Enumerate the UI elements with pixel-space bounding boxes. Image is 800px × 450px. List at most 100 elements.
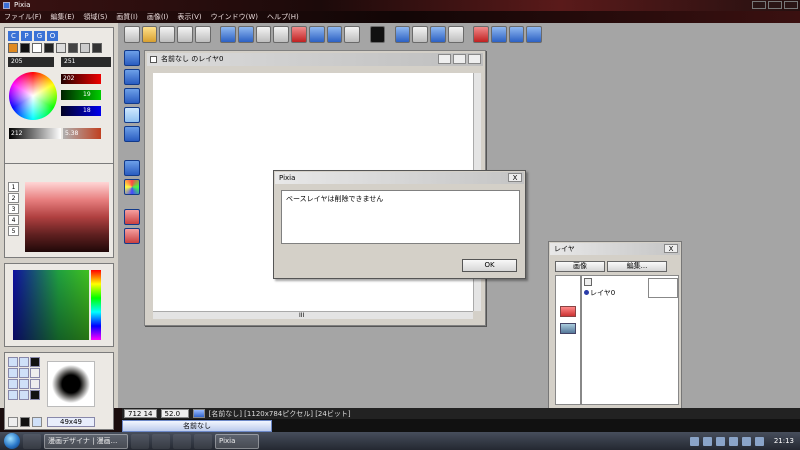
palette-tab[interactable]: 3 [8,204,19,214]
tray-icon[interactable] [689,436,699,446]
document-tab[interactable]: 名前なし [122,420,272,432]
record-icon[interactable] [473,25,489,43]
fill-mode-icon[interactable] [20,43,30,53]
texture-mode-icon[interactable] [80,43,90,53]
paste-icon[interactable] [273,25,290,43]
text-icon[interactable] [344,25,361,43]
red-slider[interactable]: 202 [61,74,101,84]
rotate-mode-icon[interactable] [92,43,102,53]
taskbar-task-browser[interactable]: 漫画デザイナ | 漫画... [44,433,128,449]
scan-icon[interactable] [159,25,176,43]
pen-icon[interactable] [291,25,307,43]
app-icon-3[interactable] [194,433,212,449]
mode-c-button[interactable]: C [8,31,19,41]
network-icon[interactable] [728,436,738,446]
copy-icon[interactable] [255,25,272,43]
effect-icon[interactable] [412,25,429,43]
ok-button[interactable]: OK [462,259,517,272]
gradient-picker[interactable] [13,270,89,340]
layer-close-button[interactable]: X [664,244,678,253]
brush-shape[interactable] [30,390,40,400]
mosaic-tool-icon[interactable] [124,179,140,195]
dialog-close-button[interactable]: X [508,173,522,182]
menu-quality[interactable]: 画質(I) [116,12,138,22]
start-button[interactable] [4,433,20,449]
zoom-icon[interactable] [490,25,507,43]
menu-edit[interactable]: 編集(E) [51,12,75,22]
palette-grid[interactable] [25,182,109,252]
adjust-icon[interactable] [447,25,464,43]
taskbar-task-pixia[interactable]: Pixia [215,433,259,449]
smudge-mode-icon[interactable] [56,43,66,53]
undo-icon[interactable] [220,25,236,43]
brush-opt[interactable] [20,417,30,427]
menu-file[interactable]: ファイル(F) [4,12,42,22]
print-icon[interactable] [194,25,211,43]
maximize-button[interactable] [768,1,782,9]
spray-icon[interactable] [326,25,343,43]
erase-mode-icon[interactable] [32,43,42,53]
doc-close-button[interactable] [468,54,481,64]
brush-shape[interactable] [19,390,29,400]
brush-size-field[interactable]: 49x49 [47,417,95,427]
color-wheel[interactable] [9,72,57,120]
hue-slider[interactable]: 5.38 [63,128,101,139]
zoom-field[interactable]: 52.0 [160,409,189,418]
zoom-arrow-icon[interactable] [192,409,205,418]
open-icon[interactable] [141,25,158,43]
palette-tab[interactable]: 2 [8,193,19,203]
doc-maximize-button[interactable] [453,54,466,64]
field2[interactable]: 251 [61,57,111,67]
green-slider[interactable]: 19 [61,90,101,100]
folder-icon[interactable] [152,433,170,449]
palette-tab[interactable]: 1 [8,182,19,192]
field1[interactable]: 205 [8,57,54,67]
menu-region[interactable]: 領域(S) [83,12,107,22]
gray-slider[interactable]: 212 [9,128,61,139]
app-icon-2[interactable] [173,433,191,449]
layer-move-icon[interactable] [560,323,576,334]
pencil-tool-icon[interactable] [124,50,140,66]
menu-view[interactable]: 表示(V) [177,12,201,22]
tone-icon[interactable] [430,25,446,43]
scroll-thumb[interactable]: III [299,312,304,319]
layer-edit-button[interactable]: 編集... [607,261,667,272]
brush-shape[interactable] [19,368,29,378]
brush-shape[interactable] [19,379,29,389]
eraser-tool-icon[interactable] [124,209,140,225]
stamp-mode-icon[interactable] [68,43,78,53]
brush-shape[interactable] [30,357,40,367]
brush-opt[interactable] [8,417,18,427]
brush-opt[interactable] [32,417,42,427]
brush-tool-icon[interactable] [124,69,140,85]
layer-delete-icon[interactable] [560,306,576,317]
fill-tool-icon[interactable] [124,126,140,142]
blur-mode-icon[interactable] [44,43,54,53]
mode-p-button[interactable]: P [21,31,32,41]
new-icon[interactable] [124,25,140,43]
brush-shape[interactable] [30,368,40,378]
layer-row[interactable]: レイヤ0 [582,276,678,302]
help-icon[interactable] [526,25,543,43]
color-swatch-icon[interactable] [369,25,386,43]
globe-icon[interactable] [508,25,525,43]
layer-image-button[interactable]: 画像 [555,261,605,272]
redo-icon[interactable] [237,25,254,43]
close-button[interactable] [784,1,798,9]
gradient-tool-icon[interactable] [124,107,140,123]
menu-help[interactable]: ヘルプ(H) [267,12,299,22]
transform-tool-icon[interactable] [124,160,140,176]
palette-tab[interactable]: 4 [8,215,19,225]
flag-icon[interactable] [754,436,764,446]
horizontal-scrollbar[interactable]: III [153,311,473,319]
doc-minimize-button[interactable] [438,54,451,64]
save-icon[interactable] [177,25,193,43]
brush-icon[interactable] [308,25,325,43]
brush-shape[interactable] [8,368,18,378]
select-tool-icon[interactable] [124,88,140,104]
menu-window[interactable]: ウインドウ(W) [211,12,258,22]
brush-shape[interactable] [19,357,29,367]
mode-o-button[interactable]: O [47,31,58,41]
blur-tool-icon[interactable] [124,228,140,244]
blue-slider[interactable]: 18 [61,106,101,116]
